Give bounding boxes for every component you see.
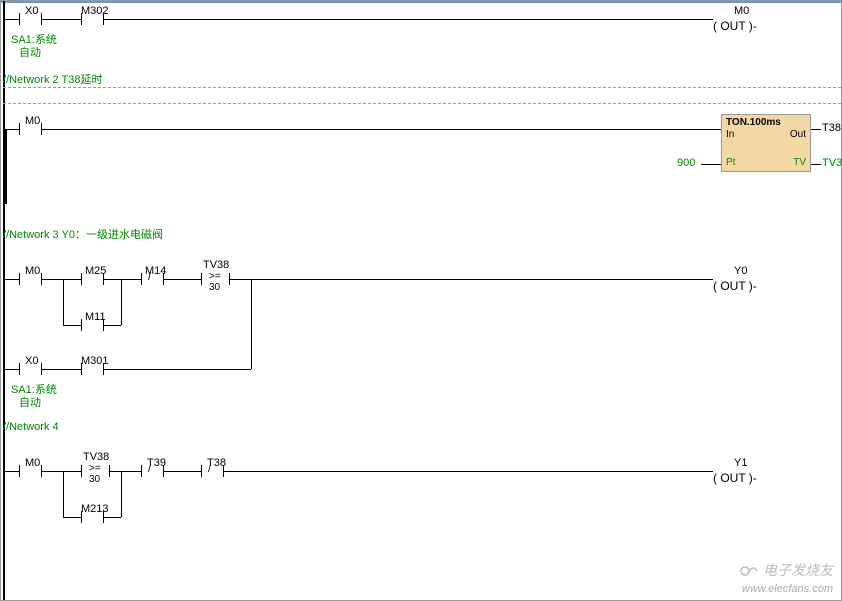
wire [103,517,121,518]
wire [41,19,81,20]
fb-pt: Pt [726,157,735,168]
contact-label-m302: M302 [81,5,109,17]
top-border [1,1,842,3]
contact-label-tv38: TV38 [203,259,229,271]
wire [41,279,81,280]
contact-label-m0-n4: M0 [25,457,40,469]
contact [201,273,202,285]
network3-title: //Network 3 Y0：一级进水电磁阀 [3,226,163,242]
contact-label-x0-n3: X0 [25,355,38,367]
nc-slash: / [208,463,211,475]
wire [103,369,251,370]
contact [81,511,82,523]
fb-out: Out [790,129,806,140]
watermark-brand: 电子发烧友 [739,560,833,580]
wire [63,517,81,518]
fb-pt-value: 900 [677,157,695,169]
contact-label-m301: M301 [81,355,109,367]
wire [103,325,121,326]
cmp-op-n4: >= [89,463,101,474]
wire [5,129,19,130]
contact-nc [141,465,142,477]
wire [229,279,713,280]
wire [103,19,713,20]
contact [81,465,82,477]
ladder-diagram: X0 M302 M0 ( OUT )- SA1:系统 自动 //Network … [0,0,842,601]
contact-label-m213: M213 [81,503,109,515]
contact-label-x0: X0 [25,5,38,17]
wire [5,19,19,20]
contact-m0-n2 [19,123,20,135]
network4-title: //Network 4 [3,421,59,433]
contact-label-tv38-n4: TV38 [83,451,109,463]
contact-nc [201,465,202,477]
coil-label-y1: Y1 [734,457,747,469]
wire [63,325,81,326]
wire [103,279,141,280]
rail [5,129,7,204]
branch-down [121,471,122,517]
wire [109,471,141,472]
wire [811,164,821,165]
dashed-separator [3,87,841,88]
coil-out-y1: ( OUT )- [713,471,757,485]
nc-slash: / [148,463,151,475]
contact-label-m0-n2: M0 [25,115,40,127]
wire [41,369,81,370]
branch-down [121,279,122,325]
fb-tv: TV [793,157,806,168]
contact-x0 [19,13,20,25]
branch-join [251,279,252,369]
comment-auto: 自动 [19,44,41,60]
watermark-url: www.elecfans.com [742,583,833,595]
dashed-separator [3,103,841,104]
fb-tv-tv38: TV38 [822,157,842,169]
cmp-val-n4: 30 [89,474,100,485]
branch-down [63,471,64,517]
cmp-val: 30 [209,282,220,293]
wire [811,129,821,130]
wire [163,471,201,472]
fb-title: TON.100ms [726,117,781,128]
wire [5,471,19,472]
cmp-op: >= [209,271,221,282]
wire [163,279,201,280]
wire [701,164,721,165]
wire [5,279,19,280]
contact [19,273,20,285]
contact [81,319,82,331]
fb-out-t38: T38 [822,122,841,134]
contact [19,465,20,477]
contact [19,363,20,375]
contact [81,273,82,285]
ton-function-block: TON.100ms In Out Pt TV [721,114,811,172]
logo-icon [739,563,759,579]
left-power-rail [3,1,5,600]
contact-nc [141,273,142,285]
wire [41,471,81,472]
coil-label-m0: M0 [734,5,749,17]
coil-out-m0: ( OUT )- [713,19,757,33]
nc-slash: / [148,271,151,283]
coil-label-y0: Y0 [734,265,747,277]
branch-down [63,279,64,325]
contact [81,363,82,375]
network2-title: //Network 2 T38延时 [3,71,102,87]
wire [5,369,19,370]
fb-in: In [726,129,734,140]
wire [41,129,721,130]
wire [223,471,713,472]
contact-label-m0-n3: M0 [25,265,40,277]
comment-auto-n3: 自动 [19,394,41,410]
contact-m302 [81,13,82,25]
coil-out-y0: ( OUT )- [713,279,757,293]
